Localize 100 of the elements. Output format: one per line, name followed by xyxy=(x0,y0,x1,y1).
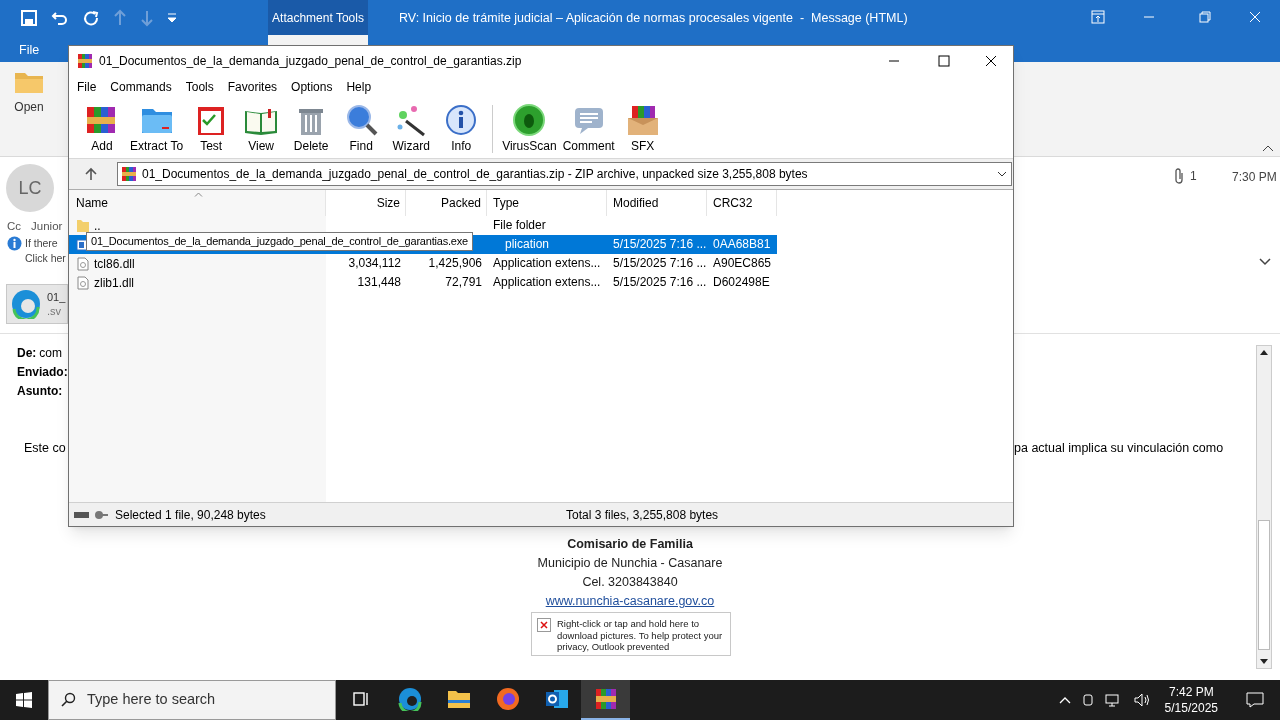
file-tab[interactable]: File xyxy=(19,41,40,60)
up-folder-icon[interactable] xyxy=(85,167,97,181)
body-text: Este co xyxy=(24,440,66,457)
dropdown-icon[interactable] xyxy=(997,171,1007,177)
drive-icon xyxy=(73,508,109,521)
attachment-count: 1 xyxy=(1190,168,1197,185)
tooltip: 01_Documentos_de_la_demanda_juzgado_penal_de_control_de_garantias.exe xyxy=(86,232,473,251)
table-cell: 5/15/2025 7:16 ... xyxy=(613,237,707,251)
info-icon xyxy=(444,103,479,137)
table-cell: D602498E xyxy=(713,275,770,289)
column-header[interactable]: Packed xyxy=(406,190,487,216)
folder-icon xyxy=(446,688,471,710)
menu-item[interactable]: File xyxy=(77,77,97,96)
notification-icon[interactable] xyxy=(1246,691,1264,709)
sfx-button[interactable]: SFX xyxy=(617,103,668,155)
edge-icon xyxy=(397,687,422,711)
ribbon-display-icon[interactable] xyxy=(1091,10,1105,24)
body-text: pa actual implica su vinculación como xyxy=(1014,440,1224,457)
table-cell: plication xyxy=(505,237,550,251)
received-time: 7:30 PM xyxy=(1232,169,1277,186)
cc-label: Cc xyxy=(7,219,22,234)
table-cell: A90EC865 xyxy=(713,256,772,270)
chevron-up-icon[interactable] xyxy=(1058,696,1071,704)
menu-item[interactable]: Favorites xyxy=(227,77,278,96)
website-link[interactable]: www.nunchia-casanare.gov.co xyxy=(545,592,715,611)
info-icon xyxy=(7,236,22,251)
header-label: De: xyxy=(17,345,37,362)
customize-icon[interactable] xyxy=(167,11,177,24)
table-cell: File folder xyxy=(493,218,546,232)
blocked-image-text: Right-click or tap and hold here to download pictures. To help protect your privacy, Outlook prevented xyxy=(557,618,724,650)
expand-header-icon[interactable] xyxy=(1259,258,1271,266)
virus-button[interactable]: VirusScan xyxy=(499,103,560,155)
file-row[interactable]: .. File folder xyxy=(69,216,777,235)
find-icon xyxy=(344,103,379,137)
search-icon xyxy=(60,692,76,708)
clock-time[interactable]: 7:42 PM xyxy=(1168,684,1214,700)
signature-line: Municipio de Nunchia - Casanare xyxy=(537,555,723,572)
taskbar-app[interactable] xyxy=(581,680,630,720)
menu-item[interactable]: Help xyxy=(346,77,372,96)
windows-icon xyxy=(16,692,32,708)
redo-icon[interactable] xyxy=(82,8,100,27)
outlook-icon xyxy=(544,687,569,711)
maximize-icon[interactable] xyxy=(938,55,950,67)
table-cell: 0AA68B81 xyxy=(713,237,771,251)
header-label: Asunto: xyxy=(17,383,63,400)
view-button[interactable]: View xyxy=(236,103,287,155)
close-icon[interactable] xyxy=(985,55,997,67)
file-row[interactable]: tcl86.dll 3,034,112 1,425,906 Application extens... 5/15/2025 7:16 ... A90EC865 xyxy=(69,254,777,273)
comment-button[interactable]: Comment xyxy=(559,103,618,155)
archive-icon xyxy=(121,166,137,182)
context-tab-header: Attachment Tools xyxy=(268,0,368,35)
collapse-ribbon-icon[interactable] xyxy=(1262,144,1274,152)
column-header[interactable]: Name xyxy=(69,190,326,216)
file-icon xyxy=(76,275,90,290)
blocked-image[interactable]: Right-click or tap and hold here to download pictures. To help protect your privacy, Outlook prevented xyxy=(531,612,731,656)
column-header[interactable]: CRC32 xyxy=(707,190,777,216)
info-button[interactable]: Info xyxy=(436,103,487,155)
test-button[interactable]: Test xyxy=(186,103,237,155)
window-title: RV: Inicio de trámite judicial – Aplicación de normas procesales vigente - Message (HTML) xyxy=(399,10,908,27)
delete-button[interactable]: Delete xyxy=(286,103,337,155)
table-cell: 5/15/2025 7:16 ... xyxy=(613,256,707,270)
archive-icon xyxy=(77,53,93,69)
cc-recipient: Junior xyxy=(31,219,63,234)
menu-item[interactable]: Commands xyxy=(110,77,172,96)
virus-icon xyxy=(512,103,547,137)
scroll-thumb[interactable] xyxy=(1258,520,1270,650)
tray-icon[interactable] xyxy=(1080,692,1095,708)
attachment-extension: .sv xyxy=(47,304,63,318)
column-header[interactable]: Type xyxy=(487,190,607,216)
search-field[interactable]: Type here to search xyxy=(48,680,336,720)
info-text: If there Click her xyxy=(25,236,66,266)
file-row[interactable]: 01_Documentos_de_la_demanda_juzgado_penal_de_control_de_garantias.exe plication 5/15/2025 7:16 ... 0AA68B81 xyxy=(69,235,777,254)
file-icon xyxy=(76,256,90,271)
save-icon[interactable] xyxy=(20,8,38,27)
paperclip-icon xyxy=(1174,168,1184,184)
table-cell: Application extens... xyxy=(493,275,601,289)
find-button[interactable]: Find xyxy=(336,103,387,155)
clock-date[interactable]: 5/15/2025 xyxy=(1164,700,1218,716)
column-header[interactable]: Modified xyxy=(607,190,707,216)
add-button[interactable]: Add xyxy=(77,103,127,155)
attachment-card[interactable]: 01_ .sv xyxy=(6,284,68,324)
menu-item[interactable]: Options xyxy=(291,77,333,96)
winrar-title: 01_Documentos_de_la_demanda_juzgado_penal_de_control_de_garantias.zip xyxy=(99,53,522,70)
file-row[interactable]: zlib1.dll 131,448 72,791 Application extens... 5/15/2025 7:16 ... D602498E xyxy=(69,273,777,292)
column-header[interactable]: Size xyxy=(326,190,406,216)
wizard-button[interactable]: Wizard xyxy=(386,103,437,155)
avatar: LC xyxy=(6,164,54,212)
speaker-icon[interactable] xyxy=(1132,692,1151,708)
sort-icon xyxy=(194,192,203,197)
extract-button[interactable]: Extract To xyxy=(127,103,187,155)
menu-item[interactable]: Tools xyxy=(185,77,214,96)
restore-icon[interactable] xyxy=(1198,10,1212,24)
status-selected: Selected 1 file, 90,248 bytes xyxy=(115,506,267,524)
address-text: 01_Documentos_de_la_demanda_juzgado_penal_de_control_de_garantias.zip - ZIP archive, unpacked size 3,255,808 bytes xyxy=(142,166,808,183)
address-bar[interactable]: 01_Documentos_de_la_demanda_juzgado_penal_de_control_de_garantias.zip - ZIP archive, unpacked size 3,255,808 bytes xyxy=(117,162,1012,186)
archive-icon xyxy=(593,687,618,711)
open-button[interactable]: Open xyxy=(8,70,50,126)
table-cell: 1,425,906 xyxy=(428,256,482,270)
file-name: zlib1.dll xyxy=(94,274,135,292)
signature-line: Comisario de Familia xyxy=(567,536,693,553)
